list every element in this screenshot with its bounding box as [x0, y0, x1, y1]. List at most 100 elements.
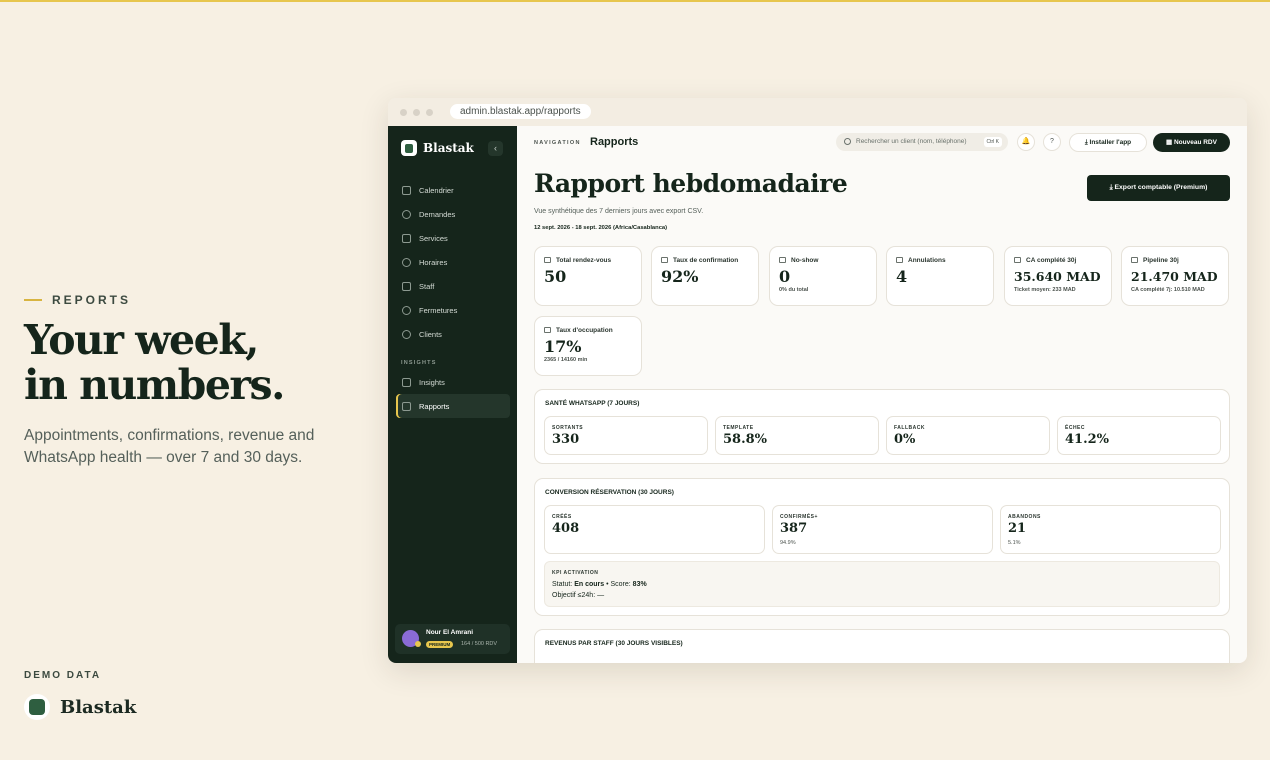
blastak-logo-icon	[24, 694, 50, 720]
window-dot-icon[interactable]	[413, 108, 420, 116]
sidebar-item-demandes[interactable]: Demandes	[396, 202, 510, 226]
users-icon	[896, 257, 903, 263]
eyebrow-text: REPORTS	[52, 293, 132, 307]
calendar-icon	[402, 185, 411, 195]
collapse-sidebar-button[interactable]: ‹	[488, 141, 503, 156]
sidebar-item-horaires[interactable]: Horaires	[396, 250, 510, 274]
sidebar-item-rapports[interactable]: Rapports	[396, 394, 510, 418]
metric-echec: ÉCHEC 41.2%	[1057, 416, 1221, 455]
activation-objective: Objectif ≤24h: —	[552, 592, 605, 599]
headline-line-1: Your week,	[24, 316, 259, 364]
metric-abandons: ABANDONS 21 5.1%	[1000, 505, 1221, 554]
window-dot-icon[interactable]	[426, 108, 433, 116]
headline-line-2: in numbers.	[24, 361, 285, 409]
topbar: NAVIGATION Rapports Rechercher un client…	[517, 126, 1247, 160]
hero-eyebrow: REPORTS	[24, 293, 131, 307]
metric-value: 330	[552, 432, 580, 447]
search-icon	[844, 138, 851, 145]
sidebar-item-services[interactable]: Services	[396, 226, 510, 250]
export-label: Export comptable (Premium)	[1114, 184, 1208, 191]
check-circle-icon	[402, 209, 411, 219]
whatsapp-health-panel: SANTÉ WHATSAPP (7 JOURS) SORTANTS 330 TE…	[534, 389, 1230, 464]
user-card[interactable]: Nour El Amrani PREMIUM 164 / 500 RDV	[395, 624, 510, 654]
metric-template: TEMPLATE 58.8%	[715, 416, 879, 455]
users-icon	[402, 329, 411, 339]
bar-chart-icon	[402, 377, 411, 387]
sidebar-item-label: Staff	[419, 281, 435, 291]
kpi-activation: KPI ACTIVATION Statut: En cours • Score:…	[544, 561, 1220, 607]
metric-value: 387	[780, 521, 808, 536]
usage-count: 164 / 500 RDV	[461, 641, 498, 647]
status-value: En cours	[574, 581, 605, 588]
keyboard-shortcut-badge: Ctrl K	[983, 137, 1002, 147]
notifications-button[interactable]: 🔔	[1017, 133, 1035, 151]
window-dot-icon[interactable]	[400, 108, 407, 116]
metric-value: 21	[1008, 521, 1027, 536]
calendar-icon	[544, 257, 551, 263]
sidebar-item-label: Demandes	[419, 209, 456, 219]
calendar-plus-icon: ▦	[1166, 139, 1174, 146]
kpi-value: 92%	[661, 267, 699, 286]
sidebar-item-clients[interactable]: Clients	[396, 322, 510, 346]
sidebar-nav: Calendrier Demandes Services Horaires St…	[396, 178, 510, 418]
metric-label: SORTANTS	[552, 425, 584, 431]
blastak-logo-icon	[401, 140, 417, 156]
sidebar-item-fermetures[interactable]: Fermetures	[396, 298, 510, 322]
browser-chrome: admin.blastak.app/rapports	[388, 98, 1247, 126]
kpi-label: No-show	[791, 257, 819, 264]
help-button[interactable]: ?	[1043, 133, 1061, 151]
main-content: NAVIGATION Rapports Rechercher un client…	[517, 126, 1247, 663]
kpi-note: 2365 / 14160 min	[544, 357, 588, 363]
kpi-card-confirmation: Taux de confirmation 92%	[651, 246, 759, 306]
kpi-value: 35.640 MAD	[1014, 269, 1101, 284]
kpi-note: Ticket moyen: 233 MAD	[1014, 287, 1076, 293]
bar-chart-icon	[402, 401, 411, 411]
kpi-card-noshow: No-show 0 0% du total	[769, 246, 877, 306]
kpi-value: 50	[544, 267, 567, 286]
export-button[interactable]: ⤓ Export comptable (Premium)	[1087, 175, 1230, 201]
sidebar-brand-name: Blastak	[423, 141, 474, 155]
bell-icon: 🔔	[1021, 138, 1031, 145]
new-appointment-button[interactable]: ▦ Nouveau RDV	[1153, 133, 1230, 152]
metric-label: CONFIRMÉS+	[780, 514, 818, 520]
sidebar-item-label: Clients	[419, 329, 442, 339]
eyebrow-dash	[24, 299, 42, 301]
sidebar-item-calendrier[interactable]: Calendrier	[396, 178, 510, 202]
sidebar-item-staff[interactable]: Staff	[396, 274, 510, 298]
page-title: Rapport hebdomadaire	[534, 169, 848, 198]
kpi-label: CA complété 30j	[1026, 257, 1077, 264]
metric-value: 408	[552, 521, 580, 536]
activation-label: KPI ACTIVATION	[552, 570, 599, 576]
url-bar[interactable]: admin.blastak.app/rapports	[450, 104, 591, 119]
metric-label: TEMPLATE	[723, 425, 754, 431]
sidebar-section-insights: INSIGHTS	[401, 360, 437, 366]
new-appointment-label: Nouveau RDV	[1173, 139, 1217, 146]
metric-label: ÉCHEC	[1065, 425, 1086, 431]
metric-note: 5.1%	[1008, 540, 1021, 546]
kpi-card-total: Total rendez-vous 50	[534, 246, 642, 306]
breadcrumb: Rapports	[590, 136, 639, 148]
clock-icon	[402, 257, 411, 267]
metric-note: 94.9%	[780, 540, 796, 546]
top-accent-line	[0, 0, 1270, 2]
install-app-button[interactable]: ⤓ Installer l'app	[1069, 133, 1147, 152]
conversion-panel: CONVERSION RÉSERVATION (30 JOURS) CRÉÉS …	[534, 478, 1230, 616]
sidebar-item-label: Services	[419, 233, 448, 243]
kpi-value: 21.470 MAD	[1131, 269, 1218, 284]
sidebar-brand[interactable]: Blastak	[401, 140, 474, 156]
date-range: 12 sept. 2026 - 18 sept. 2026 (Africa/Ca…	[534, 225, 668, 231]
cash-icon	[1131, 257, 1138, 263]
kpi-card-cancellations: Annulations 4	[886, 246, 994, 306]
metric-crees: CRÉÉS 408	[544, 505, 765, 554]
search-input[interactable]: Rechercher un client (nom, téléphone) Ct…	[836, 133, 1008, 151]
kpi-label: Taux de confirmation	[673, 257, 739, 264]
status-dot-icon	[415, 641, 421, 647]
browser-window: admin.blastak.app/rapports Blastak ‹ Cal…	[388, 98, 1247, 663]
sidebar-item-insights[interactable]: Insights	[396, 370, 510, 394]
score-value: 83%	[632, 581, 647, 588]
kpi-label: Taux d'occupation	[556, 327, 613, 334]
metric-label: ABANDONS	[1008, 514, 1041, 520]
building-icon	[402, 281, 411, 291]
panel-title: REVENUS PAR STAFF (30 JOURS VISIBLES)	[545, 640, 683, 647]
kpi-value: 17%	[544, 337, 582, 356]
